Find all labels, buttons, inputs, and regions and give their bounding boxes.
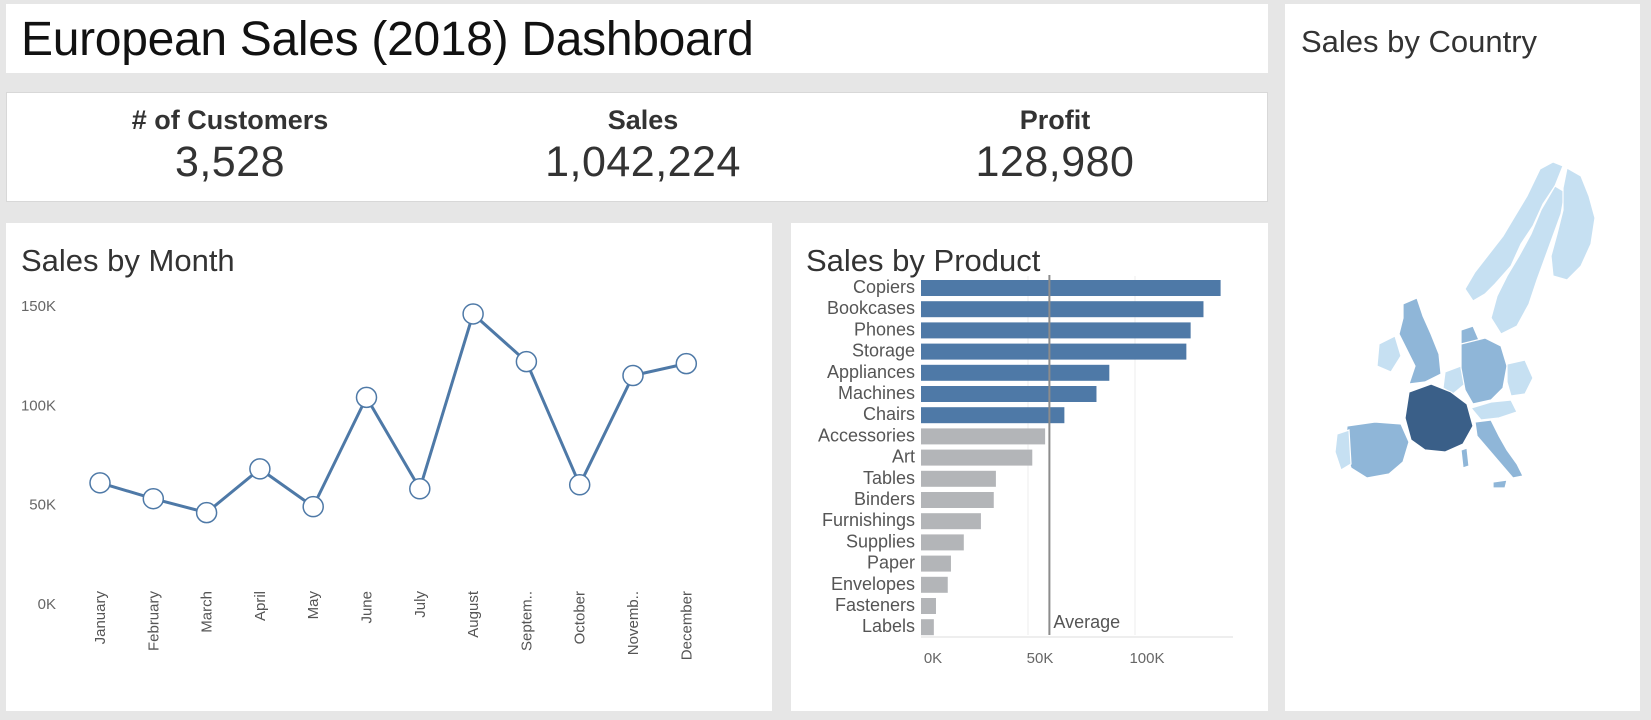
line-point[interactable] bbox=[249, 458, 271, 480]
country-portugal[interactable] bbox=[1334, 429, 1352, 471]
product-bar[interactable] bbox=[921, 576, 948, 593]
title-panel: European Sales (2018) Dashboard bbox=[6, 4, 1268, 73]
product-bar[interactable] bbox=[921, 534, 964, 551]
product-bar[interactable] bbox=[921, 407, 1065, 424]
product-label: Machines bbox=[838, 383, 915, 403]
product-label: Fasteners bbox=[835, 595, 915, 615]
line-point[interactable] bbox=[142, 487, 165, 510]
line-point[interactable] bbox=[515, 350, 538, 373]
x-tick-label: January bbox=[92, 591, 109, 645]
x-tick-label: December bbox=[678, 591, 695, 660]
product-bar[interactable] bbox=[921, 449, 1033, 466]
country-france[interactable] bbox=[1404, 383, 1474, 453]
sales-by-product-chart[interactable]: CopiersBookcasesPhonesStorageAppliancesM… bbox=[791, 223, 1268, 711]
product-bar[interactable] bbox=[921, 364, 1110, 381]
country-italy[interactable] bbox=[1474, 419, 1524, 479]
y-tick-label: 50K bbox=[29, 497, 56, 514]
kpi-profit[interactable]: Profit 128,980 bbox=[905, 105, 1205, 187]
x-tick-label: July bbox=[412, 591, 429, 618]
product-bar[interactable] bbox=[921, 386, 1097, 402]
product-label: Bookcases bbox=[827, 298, 915, 318]
dashboard-title: European Sales (2018) Dashboard bbox=[21, 13, 754, 66]
line-point[interactable] bbox=[195, 501, 218, 524]
x-tick-label: February bbox=[145, 591, 162, 652]
sales-by-country-panel: Sales by Country bbox=[1285, 4, 1640, 711]
product-label: Phones bbox=[854, 319, 915, 339]
kpi-customers[interactable]: # of Customers 3,528 bbox=[80, 105, 380, 187]
line-point[interactable] bbox=[355, 386, 378, 409]
product-bar[interactable] bbox=[921, 555, 951, 572]
sales-by-month-chart[interactable]: 0K 50K 100K 150K January February March April Ma… bbox=[6, 223, 772, 711]
line-point[interactable] bbox=[462, 303, 484, 325]
x-tick-label: May bbox=[305, 591, 322, 620]
y-tick-label: 0K bbox=[38, 596, 56, 613]
product-bar[interactable] bbox=[921, 428, 1046, 445]
line-point[interactable] bbox=[409, 478, 431, 500]
product-label: Labels bbox=[862, 616, 915, 636]
line-point[interactable] bbox=[302, 495, 324, 518]
product-label: Storage bbox=[852, 341, 915, 361]
x-tick-label: 0K bbox=[924, 650, 942, 667]
sales-by-month-panel: Sales by Month 0K 50K 100K 150K January Febru… bbox=[6, 223, 772, 711]
x-tick-label: March bbox=[199, 591, 216, 633]
line-point[interactable] bbox=[568, 474, 591, 496]
product-label: Chairs bbox=[863, 404, 915, 424]
kpi-customers-label: # of Customers bbox=[131, 105, 329, 135]
product-bar[interactable] bbox=[921, 619, 934, 636]
country-poland-east[interactable] bbox=[1506, 359, 1534, 397]
kpi-sales-label: Sales bbox=[607, 105, 679, 135]
product-bar[interactable] bbox=[921, 492, 994, 508]
product-bar[interactable] bbox=[921, 280, 1221, 296]
product-label: Furnishings bbox=[822, 510, 915, 530]
x-tick-label: October bbox=[572, 591, 589, 644]
x-tick-label: June bbox=[359, 591, 376, 624]
europe-map[interactable] bbox=[1285, 4, 1640, 711]
product-label: Art bbox=[892, 447, 915, 467]
product-label: Appliances bbox=[827, 362, 915, 382]
product-label: Supplies bbox=[846, 531, 915, 551]
kpi-customers-value: 3,528 bbox=[174, 138, 286, 186]
product-label: Envelopes bbox=[831, 574, 915, 594]
x-tick-label: Septem.. bbox=[518, 591, 535, 651]
country-uk[interactable] bbox=[1398, 297, 1442, 385]
product-bar[interactable] bbox=[921, 301, 1204, 318]
product-label: Paper bbox=[867, 553, 915, 573]
kpi-sales-value: 1,042,224 bbox=[545, 138, 741, 186]
product-label: Tables bbox=[863, 468, 915, 488]
x-tick-label: 50K bbox=[1027, 650, 1054, 667]
line-point[interactable] bbox=[89, 472, 111, 494]
product-label: Accessories bbox=[818, 425, 915, 445]
country-spain[interactable] bbox=[1344, 421, 1410, 479]
y-tick-label: 150K bbox=[21, 298, 56, 315]
kpi-sales[interactable]: Sales 1,042,224 bbox=[493, 105, 793, 187]
product-label: Binders bbox=[854, 489, 915, 509]
line-point[interactable] bbox=[675, 352, 698, 375]
country-ireland[interactable] bbox=[1376, 335, 1402, 373]
product-bar[interactable] bbox=[921, 322, 1191, 339]
product-bar[interactable] bbox=[921, 343, 1187, 360]
kpi-profit-label: Profit bbox=[1019, 105, 1091, 135]
average-label: Average bbox=[1053, 612, 1120, 632]
product-bar[interactable] bbox=[921, 470, 996, 487]
sales-line bbox=[99, 312, 687, 515]
product-bar[interactable] bbox=[921, 598, 936, 614]
country-germany[interactable] bbox=[1460, 337, 1508, 405]
product-label: Copiers bbox=[853, 277, 915, 297]
kpi-profit-value: 128,980 bbox=[975, 138, 1135, 186]
product-bar[interactable] bbox=[921, 513, 981, 530]
x-tick-label: August bbox=[465, 590, 482, 638]
y-tick-label: 100K bbox=[21, 397, 56, 414]
line-point[interactable] bbox=[622, 364, 644, 387]
kpi-panel: # of Customers 3,528 Sales 1,042,224 Pro… bbox=[6, 92, 1268, 202]
x-tick-label: April bbox=[252, 591, 269, 621]
sales-by-product-panel: Sales by Product Copiers Bookcases Phones S… bbox=[791, 223, 1268, 711]
x-tick-label: 100K bbox=[1129, 650, 1164, 667]
x-tick-label: Novemb.. bbox=[625, 591, 642, 655]
